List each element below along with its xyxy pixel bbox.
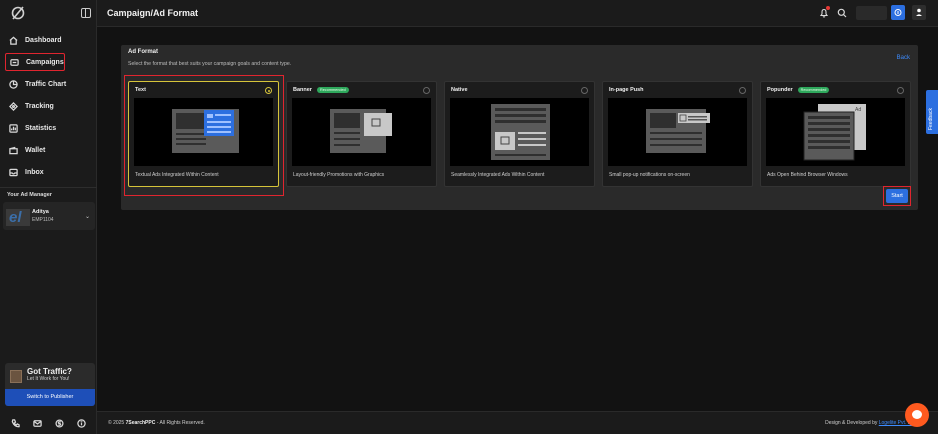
card-title: In-page Push xyxy=(609,87,644,93)
sidebar-item-label: Campaigns xyxy=(26,58,64,66)
card-description: Small pop-up notifications on-screen xyxy=(609,172,690,178)
wallet-icon xyxy=(7,144,19,156)
card-preview xyxy=(608,98,747,166)
sidebar-item-label: Inbox xyxy=(25,168,44,176)
sidebar-item-campaigns[interactable]: Campaigns xyxy=(5,53,65,71)
card-title: Popunder Recommended xyxy=(767,87,830,93)
copyright-suffix: - All Rights Reserved. xyxy=(155,420,205,426)
notification-dot xyxy=(826,6,830,10)
feedback-label: Feedback xyxy=(928,108,934,130)
phone-icon[interactable] xyxy=(11,415,21,433)
home-icon xyxy=(7,34,19,46)
campaign-icon xyxy=(8,56,20,68)
sidebar-footer-icons xyxy=(0,414,97,434)
credit-text: Design & Developed by Logelite Pvt. Ltd. xyxy=(825,420,916,426)
start-highlight xyxy=(883,186,911,206)
sidebar-item-label: Tracking xyxy=(25,102,54,110)
sidebar-item-wallet[interactable]: Wallet xyxy=(5,141,95,159)
ad-format-card-in-page-push[interactable]: In-page Push Small pop-up notifications … xyxy=(602,81,753,187)
sidebar-item-dashboard[interactable]: Dashboard xyxy=(5,31,95,49)
section-subtitle: Select the format that best suits your c… xyxy=(128,61,292,67)
sidebar-item-statistics[interactable]: Statistics xyxy=(5,119,95,137)
card-title-text: Popunder xyxy=(767,87,793,93)
divider xyxy=(0,187,97,188)
wallet-button[interactable] xyxy=(891,5,905,20)
skype-icon[interactable] xyxy=(55,415,64,433)
card-title-text: In-page Push xyxy=(609,87,644,93)
ad-format-card-native[interactable]: Native Seamlessly Integrated Ads Within … xyxy=(444,81,595,187)
ad-format-card-popunder[interactable]: Popunder Recommended Ad Ads Open Behind B… xyxy=(760,81,911,187)
ad-manager-title: Your Ad Manager xyxy=(7,192,52,198)
info-icon[interactable] xyxy=(76,415,86,433)
chevron-down-icon[interactable]: ⌄ xyxy=(85,213,90,220)
sidebar-item-inbox[interactable]: Inbox xyxy=(5,163,95,181)
avatar: el xyxy=(6,209,30,226)
card-description: Ads Open Behind Browser Windows xyxy=(767,172,848,178)
selection-highlight xyxy=(124,75,284,196)
inbox-icon xyxy=(7,166,19,178)
footer: © 2025 7SearchPPC - All Rights Reserved.… xyxy=(97,411,938,434)
card-preview: Ad xyxy=(766,98,905,166)
copyright-prefix: © 2025 xyxy=(108,420,126,426)
sidebar-toggle-icon[interactable] xyxy=(81,8,91,18)
sidebar-item-label: Traffic Chart xyxy=(25,80,67,88)
feedback-tab[interactable]: Feedback xyxy=(926,90,938,134)
card-title-text: Native xyxy=(451,87,468,93)
push-ad-illustration xyxy=(646,109,710,153)
section-title: Ad Format xyxy=(128,49,158,55)
brand-name: 7SearchPPC xyxy=(125,420,156,426)
recommended-badge: Recommended xyxy=(316,87,349,93)
radio-button[interactable] xyxy=(423,87,430,94)
switch-to-publisher-button[interactable]: Switch to Publisher xyxy=(5,389,95,406)
wallet-icon xyxy=(894,9,902,16)
popunder-ad-label: Ad xyxy=(855,107,861,113)
account-balance-pill[interactable] xyxy=(856,6,887,20)
sidebar-item-label: Dashboard xyxy=(25,36,62,44)
ad-format-card-banner[interactable]: Banner Recommended Layout-friendly Promot… xyxy=(286,81,437,187)
chart-icon xyxy=(7,78,19,90)
credit-prefix: Design & Developed by xyxy=(825,420,879,426)
ad-manager-id: EMP1104 xyxy=(32,217,54,223)
card-preview xyxy=(292,98,431,166)
native-ad-illustration xyxy=(491,104,550,160)
card-preview xyxy=(450,98,589,166)
card-title: Banner Recommended xyxy=(293,87,349,93)
chat-icon[interactable] xyxy=(905,403,929,427)
user-icon xyxy=(916,8,922,16)
radio-button[interactable] xyxy=(581,87,588,94)
radio-button[interactable] xyxy=(897,87,904,94)
sidebar-item-traffic-chart[interactable]: Traffic Chart xyxy=(5,75,95,93)
target-icon xyxy=(7,100,19,112)
sidebar: Dashboard Campaigns Traffic Chart Tracki… xyxy=(0,0,97,434)
user-menu-button[interactable] xyxy=(912,5,926,20)
top-bar: Campaign/Ad Format xyxy=(81,0,938,27)
promo-image xyxy=(10,370,22,383)
card-title: Native xyxy=(451,87,468,93)
search-icon[interactable] xyxy=(837,8,847,18)
card-description: Seamlessly Integrated Ads Within Content xyxy=(451,172,545,178)
promo-title: Got Traffic? xyxy=(27,367,72,376)
sidebar-item-tracking[interactable]: Tracking xyxy=(5,97,95,115)
copyright-text: © 2025 7SearchPPC - All Rights Reserved. xyxy=(108,420,205,426)
mail-icon[interactable] xyxy=(33,415,42,433)
banner-ad-illustration xyxy=(330,109,392,153)
promo-subtitle: Let It Work for You! xyxy=(27,376,70,382)
back-link[interactable]: Back xyxy=(897,55,910,61)
sidebar-item-label: Statistics xyxy=(25,124,57,132)
recommended-badge: Recommended xyxy=(797,87,830,93)
ad-manager-card[interactable]: el Aditya EMP1104 ⌄ xyxy=(3,202,95,230)
stats-icon xyxy=(7,122,19,134)
sidebar-item-label: Wallet xyxy=(25,146,46,154)
popunder-ad-illustration: Ad xyxy=(803,104,866,161)
card-title-text: Banner xyxy=(293,87,312,93)
radio-button[interactable] xyxy=(739,87,746,94)
publisher-promo: Got Traffic? Let It Work for You! Switch… xyxy=(5,363,95,406)
logo-icon[interactable] xyxy=(10,5,26,21)
ad-manager-name: Aditya xyxy=(32,209,49,215)
page-title: Campaign/Ad Format xyxy=(107,8,199,18)
card-description: Layout-friendly Promotions with Graphics xyxy=(293,172,385,178)
